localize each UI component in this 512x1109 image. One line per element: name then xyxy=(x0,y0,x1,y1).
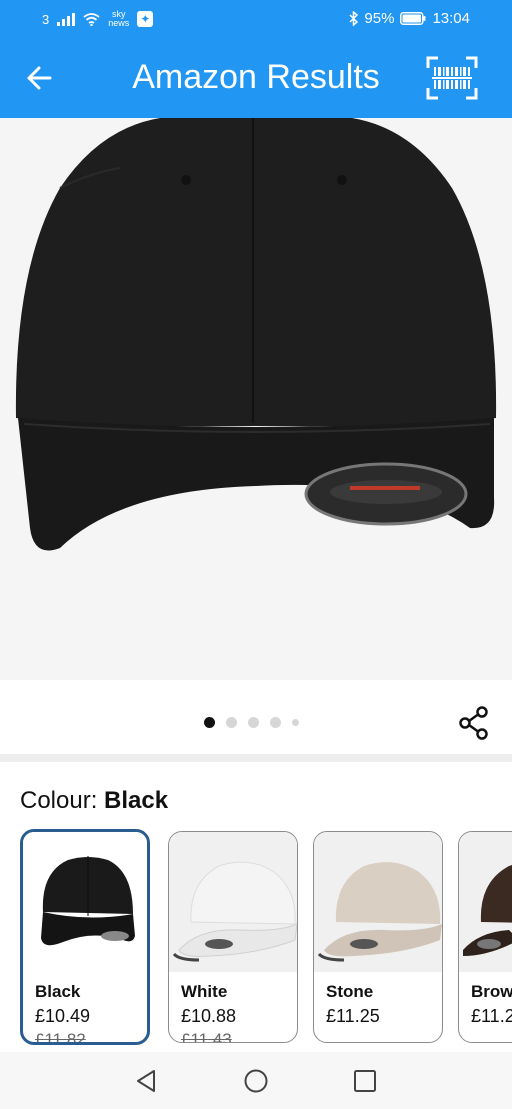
swatch-image xyxy=(459,832,512,972)
swatch-name: Black xyxy=(35,982,81,1001)
carousel-dots[interactable] xyxy=(204,717,299,728)
swatch-white[interactable]: White £10.88 £11.43 xyxy=(168,831,298,1043)
nav-back-button[interactable] xyxy=(132,1066,162,1096)
news-label: news xyxy=(108,18,130,28)
swatch-image xyxy=(23,832,147,972)
carousel-dot[interactable] xyxy=(270,717,281,728)
swatch-price: £11.25 xyxy=(326,1006,380,1026)
carousel-dot[interactable] xyxy=(292,719,299,726)
nav-recents-button[interactable] xyxy=(350,1066,380,1096)
swatch-was-price: £11.82 xyxy=(35,1030,86,1045)
swatch-brown[interactable]: Brown £11.25 xyxy=(458,831,512,1043)
status-bar: 3 sky news ✦ 95% 13:04 xyxy=(0,0,512,38)
swatch-black[interactable]: Black £10.49 £11.82 xyxy=(20,829,150,1045)
sparkle-badge-icon: ✦ xyxy=(137,11,154,27)
black-cap-image xyxy=(15,118,497,551)
colour-selected-value: Black xyxy=(104,787,169,814)
circle-home-icon xyxy=(244,1069,268,1093)
app-header: Amazon Results xyxy=(0,38,512,118)
swatch-stone[interactable]: Stone £11.25 xyxy=(313,831,443,1043)
section-divider xyxy=(0,754,512,762)
square-recents-icon xyxy=(354,1070,376,1092)
barcode-scan-button[interactable] xyxy=(424,54,480,102)
colour-swatch-list: Black £10.49 £11.82 White £10.88 £11.43 … xyxy=(20,829,512,1045)
triangle-back-icon xyxy=(137,1070,155,1092)
signal-icon xyxy=(57,12,76,26)
status-left: 3 sky news ✦ xyxy=(42,10,154,28)
wifi-icon xyxy=(83,12,100,26)
status-right: 95% 13:04 xyxy=(349,10,470,27)
bluetooth-icon xyxy=(349,11,359,26)
swatch-name: White xyxy=(181,982,228,1001)
swatch-price: £11.25 xyxy=(471,1006,512,1026)
product-image[interactable] xyxy=(0,118,512,680)
swatch-name: Stone xyxy=(326,982,374,1001)
battery-icon xyxy=(400,12,426,25)
system-nav-bar xyxy=(0,1052,512,1109)
swatch-image xyxy=(314,832,442,972)
swatch-name: Brown xyxy=(471,982,512,1001)
clock-time: 13:04 xyxy=(432,10,470,27)
nav-home-button[interactable] xyxy=(241,1066,271,1096)
carousel-dot[interactable] xyxy=(226,717,237,728)
carrier-label: 3 xyxy=(42,11,50,27)
sky-news-icon: sky news xyxy=(108,10,129,28)
carousel-bar xyxy=(0,680,512,756)
battery-percent: 95% xyxy=(364,10,395,27)
swatch-price: £10.49 xyxy=(35,1006,91,1026)
share-icon xyxy=(459,706,488,740)
swatch-image xyxy=(169,832,297,972)
colour-heading: Colour: Black xyxy=(20,787,168,815)
colour-label: Colour: xyxy=(20,787,98,814)
share-button[interactable] xyxy=(458,706,490,740)
barcode-scan-icon xyxy=(426,56,478,100)
carousel-dot[interactable] xyxy=(204,717,215,728)
carousel-dot[interactable] xyxy=(248,717,259,728)
swatch-price: £10.88 xyxy=(181,1006,237,1026)
swatch-was-price: £11.43 xyxy=(181,1030,232,1043)
